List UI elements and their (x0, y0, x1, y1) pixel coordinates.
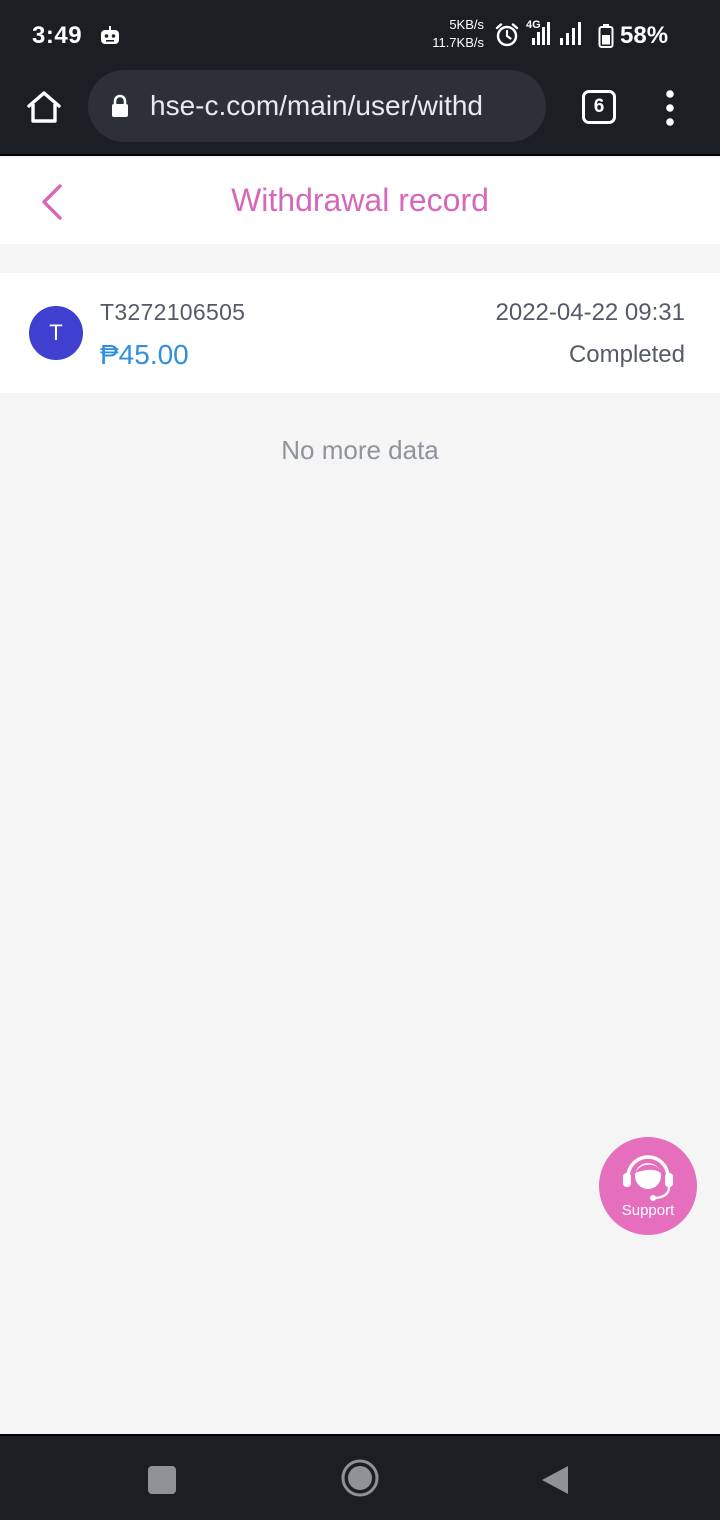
address-bar[interactable]: hse-c.com/main/user/withd (88, 70, 546, 142)
tab-switcher-button[interactable]: 6 (582, 90, 616, 124)
battery-icon (598, 24, 614, 48)
system-navigation-bar (0, 1434, 720, 1520)
net-up-speed: 5KB/s (449, 17, 484, 32)
withdrawal-amount: ₱45.00 (100, 339, 189, 370)
home-icon[interactable] (24, 87, 64, 127)
avatar: T (29, 306, 83, 360)
recents-button[interactable] (148, 1466, 176, 1494)
more-options-icon[interactable] (662, 88, 678, 128)
transaction-id: T3272106505 (100, 299, 246, 325)
network-type-label: 4G (526, 19, 541, 31)
robot-app-icon (101, 26, 119, 44)
headset-agent-icon (623, 1155, 673, 1201)
record-datetime: 2022-04-22 09:31 (495, 299, 686, 326)
page-title: Withdrawal record (231, 182, 489, 218)
battery-percentage: 58% (620, 22, 669, 49)
support-label: Support (621, 1202, 675, 1219)
page-header: Withdrawal record (0, 158, 720, 244)
status-badge: Completed (568, 341, 685, 368)
list-end-message: No more data (281, 435, 439, 465)
signal-icon: 4G (526, 19, 581, 45)
lock-icon (112, 94, 128, 117)
status-bar: 3:49 5KB/s 11.7KB/s 4G 58% (0, 0, 720, 70)
url-text[interactable]: hse-c.com/main/user/withd (150, 90, 540, 122)
net-down-speed: 11.7KB/s (432, 35, 484, 50)
support-button[interactable]: Support (599, 1137, 697, 1235)
network-speed: 5KB/s 11.7KB/s (418, 16, 484, 52)
alarm-icon (495, 23, 519, 47)
browser-toolbar: hse-c.com/main/user/withd 6 (0, 70, 720, 156)
back-nav-icon[interactable] (540, 1464, 570, 1496)
status-time: 3:49 (32, 22, 83, 49)
home-nav-icon[interactable] (340, 1458, 380, 1498)
withdrawal-record-item[interactable]: T T3272106505 ₱45.00 2022-04-22 09:31 Co… (0, 273, 720, 393)
back-arrow-icon[interactable] (30, 180, 74, 224)
